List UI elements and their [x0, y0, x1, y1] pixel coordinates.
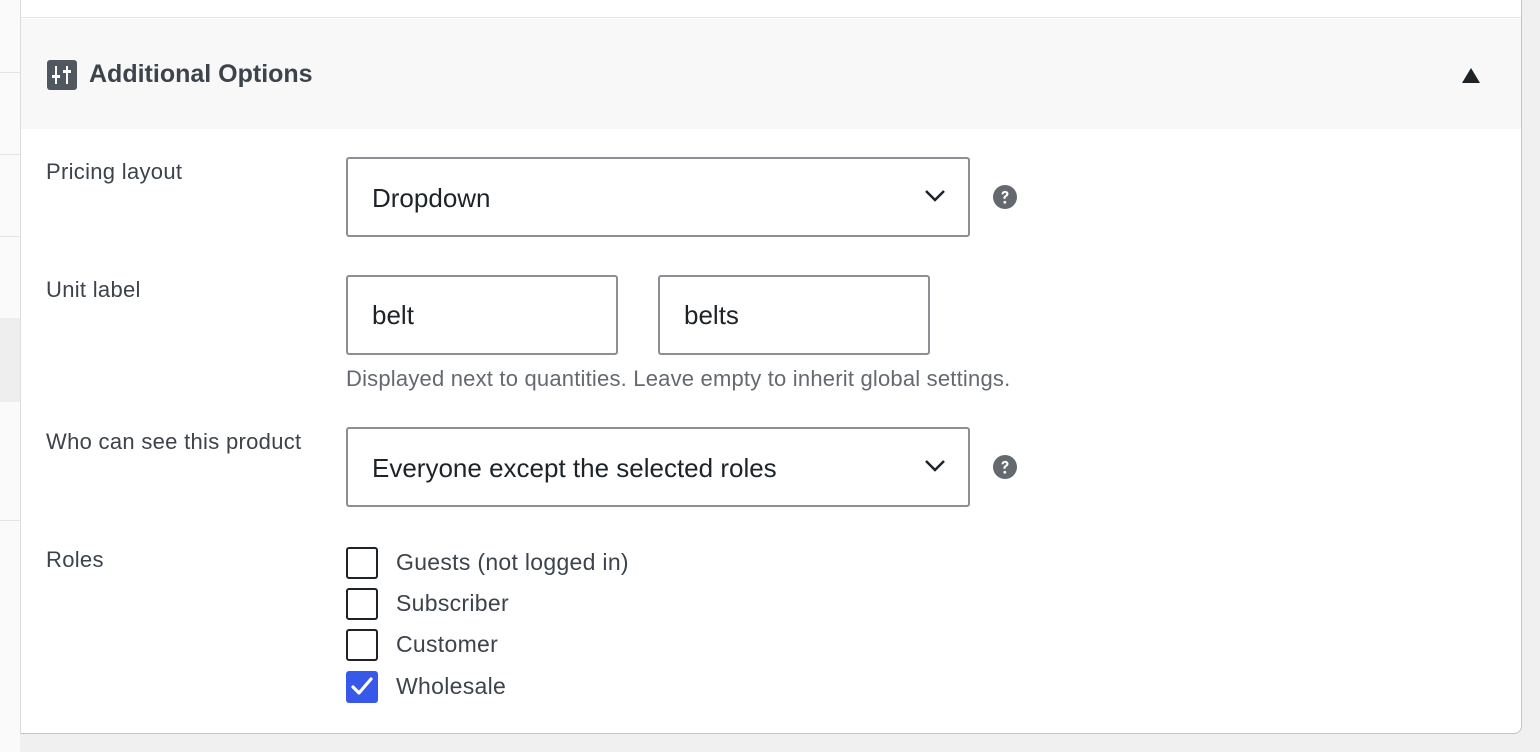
- chevron-down-icon: [924, 459, 946, 473]
- sliders-icon: [47, 60, 77, 90]
- subscriber-checkbox[interactable]: [346, 588, 378, 620]
- pricing-layout-select[interactable]: Dropdown: [346, 157, 970, 237]
- visibility-value: Everyone except the selected roles: [372, 453, 777, 483]
- wholesale-checkbox[interactable]: [346, 671, 378, 703]
- additional-options-panel: Additional Options Pricing layout Dropdo…: [20, 0, 1522, 734]
- visibility-label: Who can see this product: [46, 429, 302, 454]
- role-label: Wholesale: [396, 673, 507, 699]
- triangle-up-icon[interactable]: [1459, 64, 1483, 88]
- sidebar-divider: [0, 72, 20, 73]
- sidebar-divider: [0, 520, 20, 521]
- pricing-layout-value: Dropdown: [372, 183, 491, 213]
- roles-label: Roles: [46, 547, 104, 572]
- role-label: Subscriber: [396, 590, 509, 616]
- sidebar-divider: [0, 154, 20, 155]
- guests-checkbox[interactable]: [346, 547, 378, 579]
- sidebar-divider: [0, 236, 20, 237]
- section-title: Additional Options: [89, 60, 313, 88]
- chevron-down-icon: [924, 189, 946, 203]
- help-icon[interactable]: [993, 455, 1017, 479]
- panel-top-band: [21, 0, 1521, 18]
- pricing-layout-label: Pricing layout: [46, 159, 183, 184]
- customer-checkbox[interactable]: [346, 629, 378, 661]
- left-sidebar-strip: [0, 0, 20, 752]
- section-header[interactable]: Additional Options: [21, 19, 1521, 129]
- unit-singular-input[interactable]: [346, 275, 618, 355]
- visibility-select[interactable]: Everyone except the selected roles: [346, 427, 970, 507]
- unit-label-description: Displayed next to quantities. Leave empt…: [346, 366, 1011, 391]
- help-icon[interactable]: [993, 185, 1017, 209]
- checkmark-icon: [351, 677, 373, 695]
- sidebar-selected-item[interactable]: [0, 318, 20, 402]
- unit-plural-input[interactable]: [658, 275, 930, 355]
- unit-label-label: Unit label: [46, 277, 141, 302]
- role-label: Guests (not logged in): [396, 549, 629, 575]
- role-label: Customer: [396, 631, 499, 657]
